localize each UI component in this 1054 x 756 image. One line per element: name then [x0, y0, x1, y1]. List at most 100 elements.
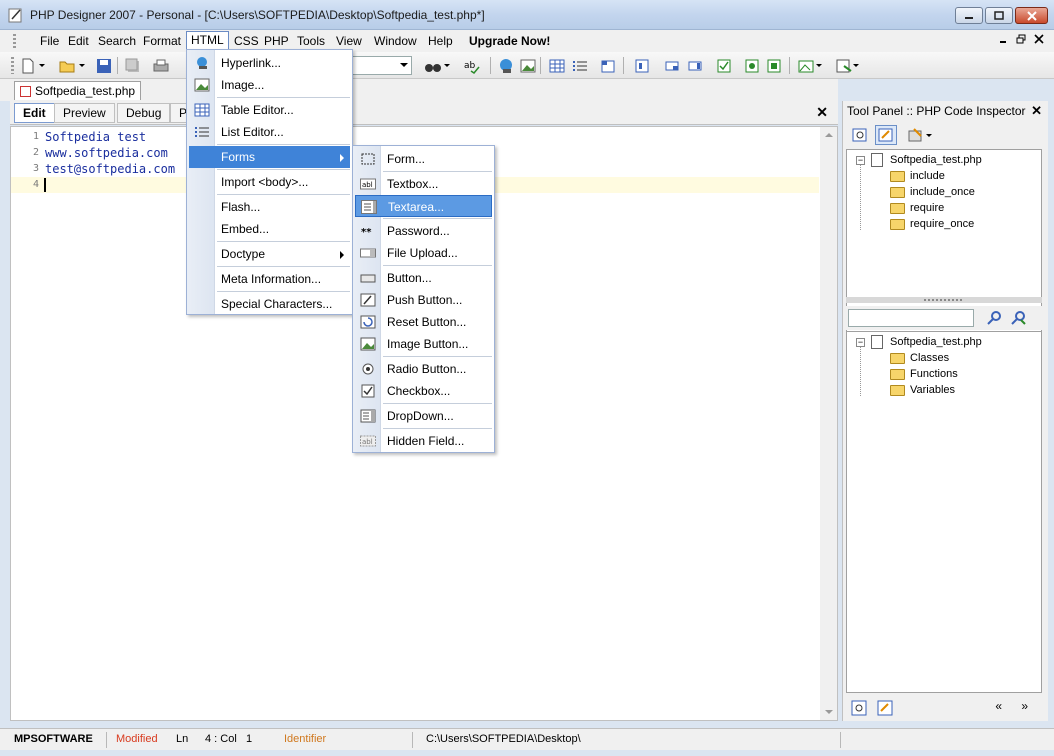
scroll-down-icon[interactable]	[825, 710, 833, 714]
image-button[interactable]	[518, 56, 538, 75]
open-file-button[interactable]	[58, 56, 78, 75]
list-button[interactable]	[570, 56, 590, 75]
menu-item-meta-information[interactable]: Meta Information...	[189, 268, 350, 290]
tree-item-include-once[interactable]: include_once	[890, 184, 1040, 200]
form-tool-4-button[interactable]	[714, 56, 734, 75]
new-file-button[interactable]	[18, 56, 38, 75]
panel-nav-arrows[interactable]: « »	[995, 699, 1036, 713]
tool-panel-close-icon[interactable]: ✕	[1031, 103, 1042, 119]
search-next-icon[interactable]	[1010, 310, 1026, 326]
menu-item-hidden-field[interactable]: abl Hidden Field...	[355, 430, 492, 452]
tree-item-require[interactable]: require	[890, 200, 1040, 216]
insert-image-dropdown[interactable]	[814, 56, 824, 75]
collapse-icon[interactable]: −	[856, 156, 865, 165]
tab-edit[interactable]: Edit	[14, 103, 55, 123]
tree-item-variables[interactable]: Variables	[890, 382, 1040, 398]
tab-preview[interactable]: Preview	[54, 103, 115, 123]
menu-item-special-characters[interactable]: Special Characters...	[189, 293, 350, 315]
menu-item-dropdown[interactable]: DropDown...	[355, 405, 492, 427]
form-tool-6-button[interactable]	[764, 56, 784, 75]
menu-file[interactable]: File	[36, 32, 63, 50]
editor-close-icon[interactable]: ✕	[816, 104, 828, 121]
menu-search[interactable]: Search	[94, 32, 140, 50]
scroll-up-icon[interactable]	[825, 133, 833, 137]
panel-splitter[interactable]	[846, 297, 1042, 303]
menu-item-push-button[interactable]: Push Button...	[355, 289, 492, 311]
tab-debug[interactable]: Debug	[117, 103, 171, 123]
menu-item-file-upload[interactable]: File Upload...	[355, 242, 492, 264]
mdi-close-icon[interactable]	[1034, 34, 1044, 44]
menu-item-hyperlink[interactable]: Hyperlink...	[189, 52, 350, 74]
save-all-button[interactable]	[123, 56, 143, 75]
menu-item-import-body[interactable]: Import <body>...	[189, 171, 350, 193]
php-file-icon	[871, 335, 883, 349]
toolbar-combo[interactable]	[352, 56, 412, 75]
menu-item-button[interactable]: Button...	[355, 267, 492, 289]
tool-options-button[interactable]	[905, 125, 935, 145]
menu-help[interactable]: Help	[424, 32, 457, 50]
menu-item-flash[interactable]: Flash...	[189, 196, 350, 218]
form-tool-2-button[interactable]	[662, 56, 682, 75]
print-button[interactable]	[151, 56, 171, 75]
mdi-restore-icon[interactable]	[1016, 34, 1026, 44]
editor-line[interactable]: 1 Softpedia test	[11, 129, 819, 145]
menu-item-checkbox[interactable]: Checkbox...	[355, 380, 492, 402]
inspector-search-input[interactable]	[848, 309, 974, 327]
menu-php[interactable]: PHP	[260, 32, 293, 50]
menu-edit[interactable]: Edit	[64, 32, 93, 50]
mdi-minimize-icon[interactable]	[998, 34, 1008, 44]
menu-item-form[interactable]: Form...	[355, 148, 492, 170]
menu-item-embed[interactable]: Embed...	[189, 218, 350, 240]
form-tool-3-button[interactable]	[685, 56, 705, 75]
menu-upgrade-now[interactable]: Upgrade Now!	[465, 32, 554, 50]
inspector-view-button[interactable]	[849, 125, 871, 145]
insert-image-button[interactable]	[796, 56, 816, 75]
menu-view[interactable]: View	[332, 32, 366, 50]
tree-item-classes[interactable]: Classes	[890, 350, 1040, 366]
menu-item-textbox[interactable]: abl Textbox...	[355, 173, 492, 195]
menu-item-list-editor[interactable]: List Editor...	[189, 121, 350, 143]
preview-dropdown[interactable]	[851, 56, 861, 75]
open-file-dropdown[interactable]	[76, 56, 88, 75]
menu-item-password[interactable]: ** Password...	[355, 220, 492, 242]
menu-tools[interactable]: Tools	[293, 32, 329, 50]
table-button[interactable]	[547, 56, 567, 75]
collapse-icon[interactable]: −	[856, 338, 865, 347]
menu-item-reset-button[interactable]: Reset Button...	[355, 311, 492, 333]
search-icon[interactable]	[986, 310, 1002, 326]
menu-item-image[interactable]: Image...	[189, 74, 350, 96]
find-button[interactable]	[423, 56, 443, 75]
document-tab[interactable]: Softpedia_test.php	[14, 81, 142, 100]
tree-item-include[interactable]: include	[890, 168, 1040, 184]
minimize-button[interactable]	[955, 7, 983, 24]
panel-view-1-icon[interactable]	[850, 699, 868, 717]
new-file-dropdown[interactable]	[36, 56, 48, 75]
menu-html[interactable]: HTML	[186, 31, 229, 51]
hyperlink-button[interactable]	[496, 56, 516, 75]
editor-mode-tabs: Edit Preview Debug P ✕	[10, 101, 838, 125]
form-tool-1-button[interactable]	[632, 56, 652, 75]
tree-root-file[interactable]: − Softpedia_test.php	[856, 152, 1040, 168]
menu-css[interactable]: CSS	[230, 32, 263, 50]
menu-item-textarea[interactable]: Textarea...	[355, 195, 492, 217]
find-dropdown[interactable]	[441, 56, 453, 75]
menu-format[interactable]: Format	[139, 32, 185, 50]
menu-item-image-button[interactable]: Image Button...	[355, 333, 492, 355]
menu-window[interactable]: Window	[370, 32, 421, 50]
menu-item-doctype[interactable]: Doctype	[189, 243, 350, 265]
form-tool-5-button[interactable]	[742, 56, 762, 75]
tree-item-require-once[interactable]: require_once	[890, 216, 1040, 232]
save-button[interactable]	[94, 56, 114, 75]
spellcheck-button[interactable]: ab	[462, 56, 482, 75]
menu-item-radio-button[interactable]: Radio Button...	[355, 358, 492, 380]
code-inspector-button[interactable]	[875, 125, 897, 145]
editor-vertical-scrollbar[interactable]	[820, 127, 837, 720]
close-button[interactable]	[1015, 7, 1048, 24]
tree-root-file[interactable]: − Softpedia_test.php	[856, 334, 1040, 350]
frame-button[interactable]	[598, 56, 618, 75]
menu-item-table-editor[interactable]: Table Editor...	[189, 99, 350, 121]
maximize-button[interactable]	[985, 7, 1013, 24]
menu-item-forms[interactable]: Forms	[189, 146, 350, 168]
panel-view-2-icon[interactable]	[876, 699, 894, 717]
tree-item-functions[interactable]: Functions	[890, 366, 1040, 382]
